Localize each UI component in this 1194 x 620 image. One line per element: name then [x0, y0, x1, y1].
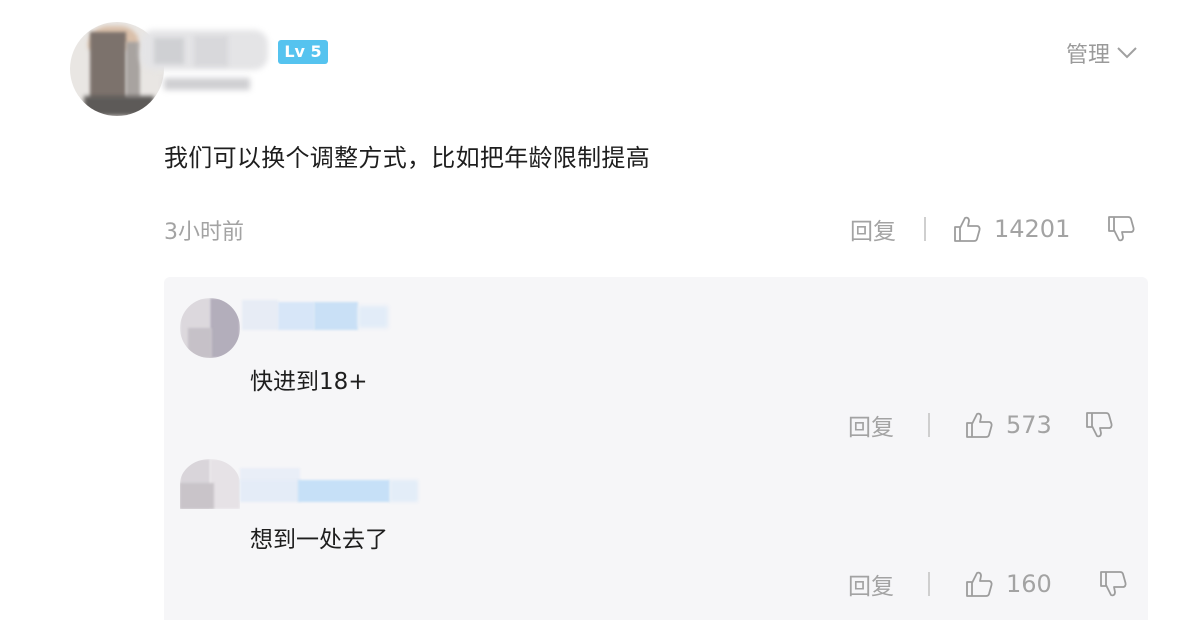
reply-text: 想到一处去了 [250, 527, 388, 553]
like-count: 573 [1006, 411, 1052, 439]
username-blurred[interactable] [140, 28, 270, 90]
thumbs-up-icon[interactable] [964, 569, 994, 599]
reply-button[interactable]: 回复 [848, 567, 894, 601]
reply-avatar[interactable] [180, 298, 240, 358]
manage-button[interactable]: 管理 [1066, 38, 1138, 68]
thumbs-down-icon[interactable] [1098, 569, 1128, 599]
reply-username-blurred[interactable] [240, 468, 420, 502]
reply-text: 快进到18+ [250, 369, 368, 395]
thumbs-up-icon[interactable] [964, 410, 994, 440]
reply-username-blurred[interactable] [242, 300, 390, 330]
divider [928, 572, 930, 596]
like-count: 160 [1006, 570, 1052, 598]
divider [924, 217, 926, 241]
like-count: 14201 [994, 215, 1071, 243]
divider [928, 413, 930, 437]
reply-actions: 回复 573 [848, 408, 1114, 442]
comment-text: 我们可以换个调整方式，比如把年龄限制提高 [164, 144, 650, 172]
thumbs-down-icon[interactable] [1084, 410, 1114, 440]
thumbs-down-icon[interactable] [1106, 214, 1136, 244]
thumbs-up-icon[interactable] [952, 214, 982, 244]
comment-page: Lv 5 管理 我们可以换个调整方式，比如把年龄限制提高 3小时前 回复 142… [0, 0, 1194, 620]
comment-time: 3小时前 [164, 220, 244, 245]
reply-button[interactable]: 回复 [850, 212, 896, 246]
reply-button[interactable]: 回复 [848, 408, 894, 442]
manage-label: 管理 [1066, 43, 1111, 68]
reply-avatar[interactable] [180, 459, 240, 509]
reply-actions: 回复 160 [848, 567, 1128, 601]
comment-actions: 回复 14201 [850, 212, 1136, 246]
level-badge: Lv 5 [278, 40, 328, 64]
chevron-down-icon [1117, 47, 1137, 59]
